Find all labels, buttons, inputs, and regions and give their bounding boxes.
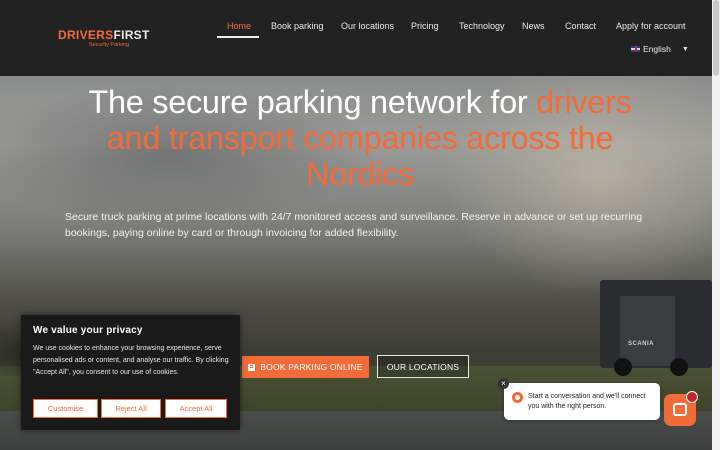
nav-item-book-parking[interactable]: Book parking (271, 20, 324, 32)
active-nav-underline (217, 36, 259, 38)
logo-tagline: Security Parking (89, 42, 130, 48)
nav-item-pricing[interactable]: Pricing (411, 20, 439, 32)
chat-avatar-icon (512, 392, 523, 403)
language-label: English (643, 44, 671, 54)
truck-brand: SCANIA (628, 341, 655, 347)
nav-item-apply[interactable]: Apply for account (616, 20, 686, 32)
caret-down-icon: ▼ (681, 45, 689, 53)
nav-item-technology[interactable]: Technology (459, 20, 505, 32)
nav-item-home[interactable]: Home (227, 20, 251, 32)
book-parking-online-button[interactable]: BOOK PARKING ONLINE (242, 356, 369, 378)
site-header: DRIVERSFIRST Security Parking Home Book … (0, 0, 712, 76)
chat-notification-badge (686, 391, 698, 403)
cookie-title: We value your privacy (33, 325, 143, 336)
language-selector[interactable]: English ▼ (631, 44, 689, 54)
chat-close-icon[interactable]: × (498, 378, 509, 389)
uk-flag-icon (631, 46, 640, 52)
reject-all-button[interactable]: Reject All (101, 399, 161, 418)
main-nav: Home Book parking Our locations Pricing … (0, 20, 712, 40)
accept-all-button[interactable]: Accept All (165, 399, 227, 418)
nav-item-our-locations[interactable]: Our locations (341, 20, 394, 32)
chat-icon (673, 403, 687, 416)
ticket-icon (248, 363, 256, 371)
nav-item-contact[interactable]: Contact (565, 20, 596, 32)
our-locations-button[interactable]: OUR LOCATIONS (377, 355, 469, 378)
truck-image: SCANIA (600, 266, 712, 386)
nav-item-news[interactable]: News (522, 20, 545, 32)
customise-button[interactable]: Customise (33, 399, 98, 418)
cookie-consent-banner: We value your privacy We use cookies to … (21, 315, 240, 430)
page-scrollbar-thumb[interactable] (713, 0, 719, 76)
chat-prompt-bubble[interactable]: Start a conversation and we'll connect y… (504, 383, 660, 420)
hero-description: Secure truck parking at prime locations … (65, 211, 643, 239)
cookie-text: We use cookies to enhance your browsing … (33, 345, 229, 377)
hero-title: The secure parking network for drivers a… (88, 84, 632, 192)
chat-prompt-text: Start a conversation and we'll connect y… (528, 393, 646, 410)
